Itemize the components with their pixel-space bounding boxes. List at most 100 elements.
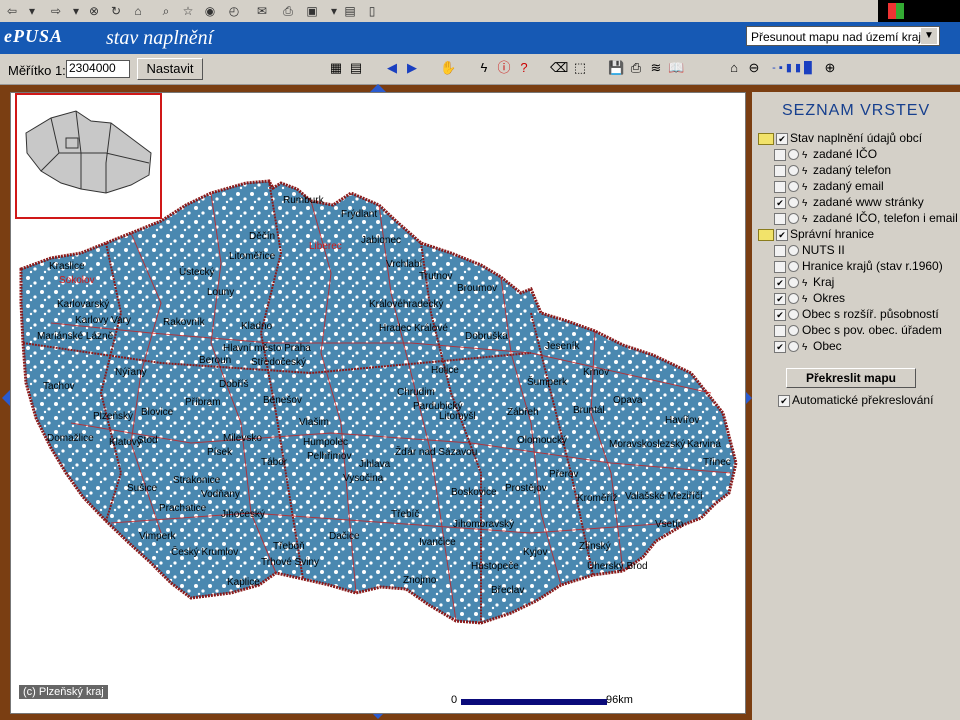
favorites-icon[interactable]: ☆ [180, 3, 196, 19]
map-view[interactable]: Rumburk Frýdlant Děčín Liberec Jablonec … [10, 92, 746, 714]
layer-radio[interactable] [788, 165, 799, 177]
save-icon[interactable]: 💾 [608, 60, 624, 76]
lightning-icon[interactable]: ϟ [476, 60, 492, 76]
dropdown-icon[interactable]: ▾ [68, 3, 84, 19]
redraw-map-button[interactable]: Překreslit mapu [786, 368, 916, 388]
eraser-icon[interactable]: ⌫ [550, 60, 568, 76]
auto-redraw-option[interactable]: ✔ Automatické překreslování [778, 393, 933, 407]
set-scale-button[interactable]: Nastavit [137, 58, 203, 80]
layer-checkbox[interactable] [774, 180, 786, 193]
layer-item[interactable]: NUTS II [774, 242, 845, 258]
layer-item[interactable]: Obec s pov. obec. úřadem [774, 322, 942, 338]
layer-item[interactable]: ✔ ϟ Kraj [774, 274, 834, 290]
pan-left-arrow[interactable] [2, 390, 10, 406]
layer-checkbox[interactable] [774, 148, 786, 161]
map-label: Ústecký [179, 265, 215, 278]
layer-item[interactable]: ϟ zadaný email [774, 178, 884, 194]
layer-radio[interactable] [788, 277, 799, 289]
map-label: Liberec [309, 241, 342, 252]
back-icon[interactable]: ⇦ [4, 3, 20, 19]
info-icon[interactable]: ⓘ [496, 60, 512, 76]
edit-icon[interactable]: ▣ [304, 3, 320, 19]
media-icon[interactable]: ◉ [202, 3, 218, 19]
layer-group-spravni[interactable]: ✔ Správní hranice [758, 226, 874, 242]
layer-item[interactable]: ✔ Obec s rozšíř. působností [774, 306, 939, 322]
layer-checkbox[interactable] [774, 212, 786, 225]
layer-label: NUTS II [802, 243, 845, 257]
layer-checkbox[interactable]: ✔ [774, 292, 786, 305]
map-label: Hlavní město Praha [223, 343, 311, 354]
map-canvas[interactable]: Rumburk Frýdlant Děčín Liberec Jablonec … [11, 93, 745, 713]
scale-label: Měřítko 1: [8, 63, 66, 78]
zoom-out-icon[interactable]: ⊖ [746, 60, 762, 76]
print-icon[interactable]: ⎙ [280, 3, 296, 19]
layer-radio[interactable] [788, 325, 799, 337]
home-icon[interactable]: ⌂ [130, 3, 146, 19]
layer-radio[interactable] [788, 149, 799, 161]
history-icon[interactable]: ◴ [226, 3, 242, 19]
layer-checkbox[interactable]: ✔ [776, 228, 788, 241]
discuss-icon[interactable]: ▤ [342, 3, 358, 19]
layer-item[interactable]: Hranice krajů (stav r.1960) [774, 258, 943, 274]
map-label: Příbram [185, 397, 221, 408]
layer-item[interactable]: ✔ ϟ zadané www stránky [774, 194, 924, 210]
dropdown-icon[interactable]: ▾ [326, 3, 342, 19]
layers-icon[interactable]: ≋ [648, 60, 664, 76]
layer-radio[interactable] [788, 293, 799, 305]
stop-icon[interactable]: ⊗ [86, 3, 102, 19]
search-icon[interactable]: ⌕ [158, 3, 174, 19]
layer-radio[interactable] [788, 197, 799, 209]
chevron-down-icon[interactable]: ▼ [921, 28, 937, 44]
layer-checkbox[interactable]: ✔ [774, 276, 786, 289]
map-label: Vrchlabí [386, 259, 423, 270]
layer-label: Hranice krajů (stav r.1960) [802, 259, 943, 273]
layer-label: Obec s pov. obec. úřadem [802, 323, 942, 337]
scale-input[interactable]: 2304000 [66, 60, 130, 78]
layer-radio[interactable] [788, 309, 799, 321]
refresh-icon[interactable]: ↻ [108, 3, 124, 19]
layer-item[interactable]: ✔ ϟ Okres [774, 290, 845, 306]
layer-checkbox[interactable]: ✔ [774, 196, 786, 209]
layer-checkbox[interactable] [774, 260, 786, 273]
overview-map-icon[interactable]: ▦ [328, 60, 344, 76]
layer-checkbox[interactable]: ✔ [776, 132, 788, 145]
layer-radio[interactable] [788, 245, 799, 257]
overview-inset[interactable] [15, 93, 162, 219]
auto-redraw-checkbox[interactable]: ✔ [778, 394, 790, 407]
layer-radio[interactable] [788, 341, 799, 353]
pan-up-arrow[interactable] [370, 84, 386, 92]
zoom-in-icon[interactable]: ⊕ [822, 60, 838, 76]
mail-icon[interactable]: ✉ [254, 3, 270, 19]
layer-item[interactable]: ✔ ϟ Obec [774, 338, 842, 354]
pan-hand-icon[interactable]: ✋ [440, 60, 456, 76]
layer-item[interactable]: ϟ zadané IČO [774, 146, 877, 162]
zoom-slider[interactable]: - ▪ ▮ ▮ █ [764, 60, 820, 76]
app-logo: ePUSA [4, 26, 63, 46]
layer-radio[interactable] [788, 181, 799, 193]
map-label: Trhové Sviny [261, 557, 319, 568]
layer-checkbox[interactable] [774, 244, 786, 257]
layer-radio[interactable] [788, 213, 799, 225]
layer-radio[interactable] [788, 261, 799, 273]
forward-icon[interactable]: ⇨ [48, 3, 64, 19]
research-icon[interactable]: ▯ [364, 3, 380, 19]
move-map-select[interactable]: Přesunout mapu nad území kraje... ▼ [746, 26, 940, 46]
legend-icon[interactable]: ▤ [348, 60, 364, 76]
help-book-icon[interactable]: 📖 [668, 60, 684, 76]
map-label: Broumov [457, 283, 497, 294]
query-icon[interactable]: ? [516, 60, 532, 76]
layer-checkbox[interactable]: ✔ [774, 340, 786, 353]
layer-checkbox[interactable] [774, 324, 786, 337]
select-area-icon[interactable]: ⬚ [572, 60, 588, 76]
lightning-icon: ϟ [802, 342, 808, 353]
layer-item[interactable]: ϟ zadaný telefon [774, 162, 891, 178]
layer-checkbox[interactable] [774, 164, 786, 177]
arrow-right-icon[interactable]: ▶ [404, 60, 420, 76]
print-map-icon[interactable]: ⎙ [628, 60, 644, 76]
layer-item[interactable]: ϟ zadané IČO, telefon i email [774, 210, 958, 226]
zoom-full-icon[interactable]: ⌂ [726, 60, 742, 76]
layer-checkbox[interactable]: ✔ [774, 308, 786, 321]
arrow-left-icon[interactable]: ◀ [384, 60, 400, 76]
dropdown-icon[interactable]: ▾ [24, 3, 40, 19]
layer-group-stav[interactable]: ✔ Stav naplnění údajů obcí [758, 130, 922, 146]
